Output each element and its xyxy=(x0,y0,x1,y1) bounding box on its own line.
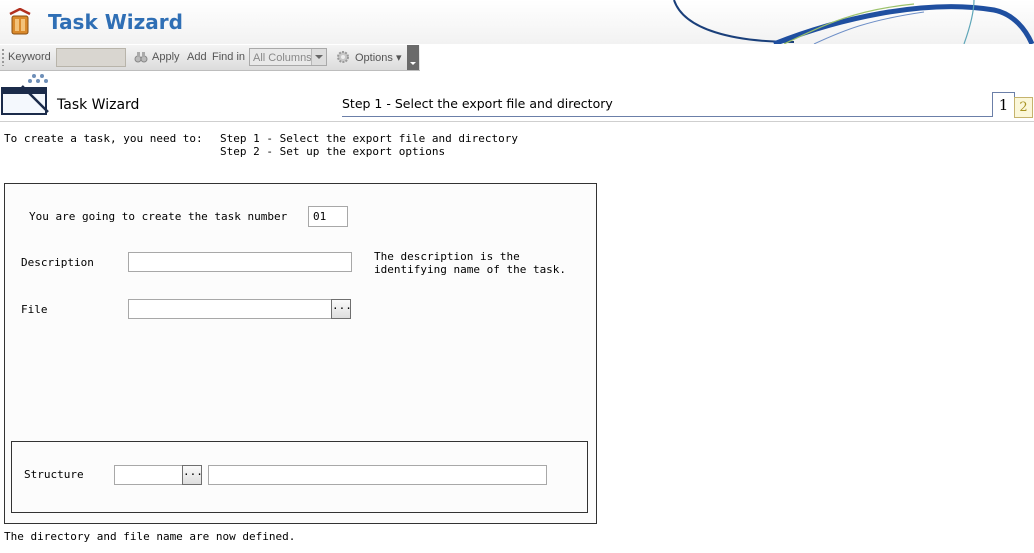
file-label: File xyxy=(21,303,48,316)
app-logo-icon xyxy=(9,8,31,35)
description-hint: The description is the identifying name … xyxy=(374,250,567,276)
wizard-heading: Task Wizard xyxy=(57,97,140,113)
app-title: Task Wizard xyxy=(48,10,183,34)
current-step-title: Step 1 - Select the export file and dire… xyxy=(342,96,613,111)
file-browse-button[interactable]: ... xyxy=(331,299,352,319)
add-button[interactable]: Add xyxy=(187,51,207,63)
options-button[interactable]: Options ▾ xyxy=(355,51,402,64)
description-input[interactable] xyxy=(128,252,352,272)
find-in-label: Find in xyxy=(212,51,246,63)
structure-label: Structure xyxy=(24,468,84,481)
task-form-panel: You are going to create the task number … xyxy=(4,183,597,524)
toolbar-overflow-button[interactable] xyxy=(407,45,419,70)
title-bar: Task Wizard xyxy=(0,0,1034,44)
step-list-item: Step 2 - Set up the export options xyxy=(220,145,446,158)
toolbar: Keyword Apply Add Find in All Columns Op… xyxy=(0,45,420,71)
structure-name-input[interactable] xyxy=(208,465,547,485)
find-in-selected-value: All Columns xyxy=(253,52,312,64)
chevron-down-icon[interactable] xyxy=(311,49,326,65)
find-in-select[interactable]: All Columns xyxy=(249,48,327,66)
toolbar-grip[interactable] xyxy=(2,49,4,66)
keyword-input[interactable] xyxy=(56,48,126,67)
structure-panel: Structure ... xyxy=(11,441,588,513)
header-divider xyxy=(342,116,992,117)
intro-text: To create a task, you need to: xyxy=(4,132,203,145)
apply-button[interactable]: Apply xyxy=(152,51,180,63)
page-divider xyxy=(0,121,1034,122)
wizard-wand-icon xyxy=(1,74,49,115)
task-number-label: You are going to create the task number xyxy=(29,210,288,223)
structure-browse-button[interactable]: ... xyxy=(182,465,203,485)
step-1-indicator[interactable]: 1 xyxy=(992,92,1015,117)
step-2-indicator[interactable]: 2 xyxy=(1014,97,1033,118)
binoculars-icon xyxy=(134,52,148,63)
steps-list: Step 1 - Select the export file and dire… xyxy=(220,132,518,158)
gear-icon xyxy=(337,51,349,63)
header-swoosh-decoration xyxy=(673,0,1034,44)
task-number-field[interactable]: 01 xyxy=(308,206,348,227)
step-list-item: Step 1 - Select the export file and dire… xyxy=(220,132,519,145)
structure-code-input[interactable] xyxy=(114,465,184,485)
status-message: The directory and file name are now defi… xyxy=(4,530,296,543)
description-label: Description xyxy=(21,256,94,269)
keyword-label: Keyword xyxy=(8,51,51,63)
file-input[interactable] xyxy=(128,299,332,319)
